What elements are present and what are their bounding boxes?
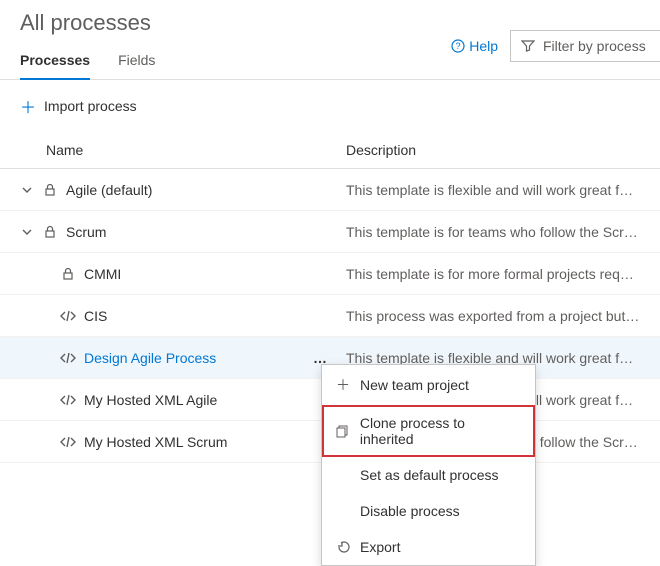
code-icon [60, 310, 76, 322]
process-name: Agile (default) [66, 182, 152, 198]
cell-name: My Hosted XML Scrum [20, 434, 346, 450]
table-row[interactable]: Agile (default) This template is flexible… [0, 169, 660, 211]
code-icon [60, 436, 76, 448]
filter-input[interactable]: Filter by process name [510, 30, 660, 62]
table-row[interactable]: CMMI This template is for more formal pro… [0, 253, 660, 295]
cell-name: CMMI [20, 266, 346, 282]
menu-label: New team project [360, 377, 469, 393]
help-label: Help [469, 38, 498, 54]
process-name: Scrum [66, 224, 106, 240]
lock-icon [42, 225, 58, 238]
import-label: Import process [44, 98, 137, 114]
menu-disable-process[interactable]: Disable process [322, 493, 535, 529]
cell-name: CIS [20, 308, 346, 324]
filter-placeholder: Filter by process name [543, 38, 650, 54]
cell-name: Agile (default) [20, 182, 346, 198]
cell-name: Design Agile Process… [20, 350, 346, 366]
menu-label: Set as default process [360, 467, 499, 483]
col-name-header[interactable]: Name [46, 142, 346, 158]
code-icon [60, 352, 76, 364]
cell-description: This process was exported from a project… [346, 308, 640, 324]
cell-name: Scrum [20, 224, 346, 240]
cell-description: This template is flexible and will work … [346, 182, 640, 198]
tab-fields[interactable]: Fields [118, 44, 155, 80]
menu-label: Clone process to inherited [360, 415, 521, 447]
cell-description: This template is for teams who follow th… [346, 224, 640, 240]
import-process-button[interactable]: ＋ Import process [0, 80, 660, 132]
menu-label: Disable process [360, 503, 460, 519]
lock-icon [60, 267, 76, 280]
context-menu: ＋ New team project Clone process to inhe… [321, 364, 536, 566]
svg-text:?: ? [456, 41, 461, 51]
chevron-down-icon[interactable] [20, 227, 34, 237]
export-icon [336, 541, 350, 554]
table-header: Name Description [0, 132, 660, 169]
plus-icon: ＋ [20, 94, 36, 118]
table-row[interactable]: Scrum This template is for teams who foll… [0, 211, 660, 253]
menu-set-default[interactable]: Set as default process [322, 457, 535, 493]
process-name: My Hosted XML Scrum [84, 434, 227, 450]
help-icon: ? [451, 39, 465, 53]
process-name: My Hosted XML Agile [84, 392, 217, 408]
cell-description: This template is for more formal project… [346, 266, 640, 282]
process-name: CMMI [84, 266, 121, 282]
tab-processes[interactable]: Processes [20, 44, 90, 80]
chevron-down-icon[interactable] [20, 185, 34, 195]
menu-clone-process[interactable]: Clone process to inherited [322, 405, 535, 457]
process-name: CIS [84, 308, 107, 324]
col-description-header[interactable]: Description [346, 142, 640, 158]
menu-label: Export [360, 539, 400, 555]
help-link[interactable]: ? Help [451, 38, 498, 54]
table-row[interactable]: CIS This process was exported from a proj… [0, 295, 660, 337]
plus-icon: ＋ [336, 375, 350, 395]
lock-icon [42, 183, 58, 196]
cell-name: My Hosted XML Agile [20, 392, 346, 408]
menu-export[interactable]: Export [322, 529, 535, 565]
code-icon [60, 394, 76, 406]
filter-icon [521, 39, 535, 53]
copy-icon [336, 425, 350, 438]
process-name[interactable]: Design Agile Process [84, 350, 216, 366]
menu-new-team-project[interactable]: ＋ New team project [322, 365, 535, 405]
